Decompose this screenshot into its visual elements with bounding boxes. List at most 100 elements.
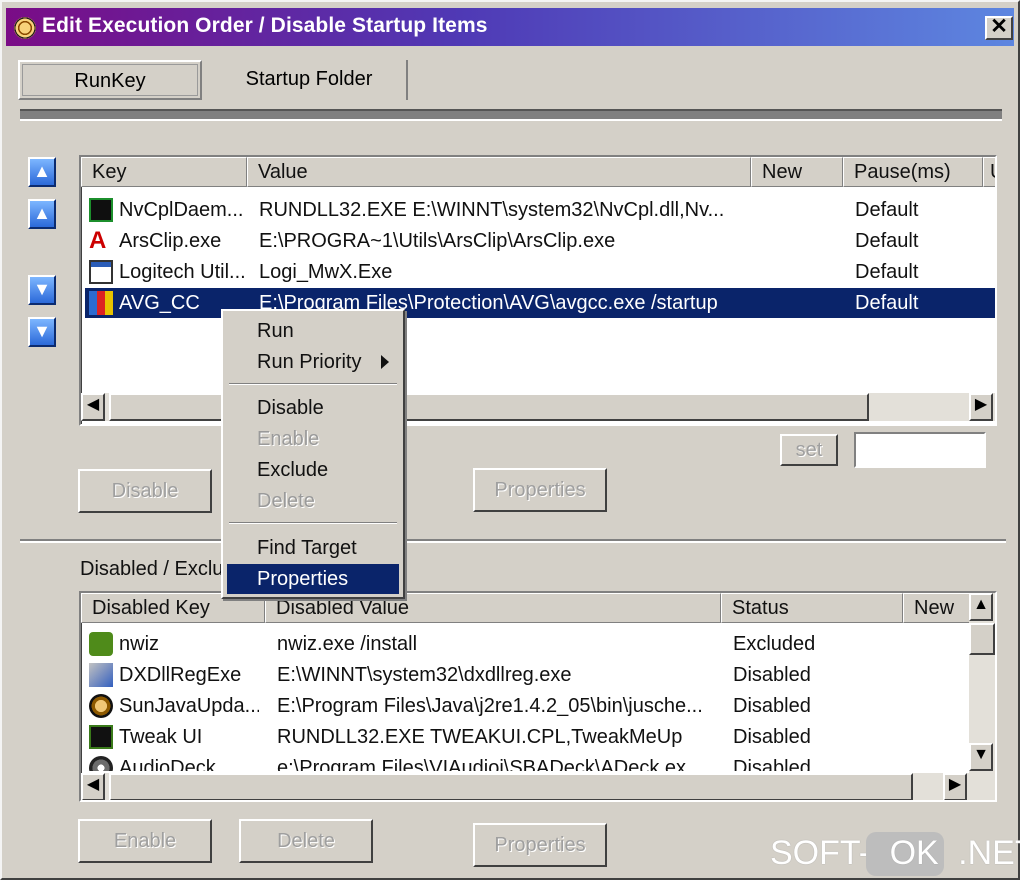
avg-icon	[89, 291, 113, 315]
tab-runkey[interactable]: RunKey	[18, 60, 202, 100]
row-status: Disabled	[733, 726, 811, 748]
tab-startup-folder[interactable]: Startup Folder	[212, 60, 408, 100]
column-u[interactable]: U	[983, 157, 995, 187]
menu-item-properties[interactable]: Properties	[227, 564, 399, 594]
row-value: e:\Program Files\VIAudioi\SBADeck\ADeck.…	[277, 757, 703, 771]
delete-button[interactable]: Delete	[239, 819, 373, 863]
window-title: Edit Execution Order / Disable Startup I…	[42, 14, 488, 37]
nwiz-icon	[89, 632, 113, 656]
move-bottom-button[interactable]: ▼	[28, 317, 56, 347]
row-key: AudioDeck	[119, 757, 216, 771]
list-item-nwiz[interactable]: nwiz nwiz.exe /install Excluded	[85, 629, 967, 659]
context-menu: Run Run Priority Disable Enable Exclude …	[221, 309, 405, 599]
menu-item-run[interactable]: Run	[227, 316, 399, 346]
section-divider	[20, 539, 1006, 543]
audio-icon	[89, 756, 113, 771]
move-up-button[interactable]: ▲	[28, 199, 56, 229]
menu-item-find-target[interactable]: Find Target	[227, 533, 399, 563]
tweak-icon	[89, 725, 113, 749]
scroll-left-arrow-bottom[interactable]: ◀	[81, 773, 105, 800]
row-status: Disabled	[733, 757, 811, 771]
row-key: nwiz	[119, 633, 160, 655]
scroll-thumb-bottom[interactable]	[109, 773, 913, 800]
list-item-tweakui[interactable]: Tweak UI RUNDLL32.EXE TWEAKUI.CPL,TweakM…	[85, 722, 967, 752]
row-key: ArsClip.exe	[119, 230, 222, 252]
move-down-button[interactable]: ▼	[28, 275, 56, 305]
java-icon	[89, 694, 113, 718]
list-item-java[interactable]: SunJavaUpda... E:\Program Files\Java\j2r…	[85, 691, 967, 721]
vertical-scrollbar[interactable]: ▲ ▼	[969, 593, 995, 773]
row-key: DXDllRegExe	[119, 664, 242, 686]
scroll-down-arrow[interactable]: ▼	[969, 743, 993, 771]
column-pause[interactable]: Pause(ms)	[843, 157, 983, 187]
move-top-button[interactable]: ▲	[28, 157, 56, 187]
scroll-right-arrow-bottom[interactable]: ▶	[943, 773, 967, 800]
row-status: Disabled	[733, 695, 811, 717]
column-new[interactable]: New	[751, 157, 843, 187]
set-button[interactable]: set	[780, 434, 838, 466]
main-window: Edit Execution Order / Disable Startup I…	[0, 0, 1020, 880]
disable-button[interactable]: Disable	[78, 469, 212, 513]
column-status[interactable]: Status	[721, 593, 903, 623]
enable-button[interactable]: Enable	[78, 819, 212, 863]
window-icon	[89, 260, 113, 284]
submenu-arrow-icon	[381, 355, 389, 369]
menu-item-run-priority[interactable]: Run Priority	[227, 347, 399, 377]
row-value: E:\WINNT\system32\dxdllreg.exe	[277, 664, 572, 686]
pause-input[interactable]	[854, 432, 986, 468]
row-value: Logi_MwX.Exe	[259, 261, 393, 283]
disabled-items-list[interactable]: Disabled Key Disabled Value Status New n…	[79, 591, 997, 802]
row-pause: Default	[855, 292, 919, 314]
scroll-right-arrow[interactable]: ▶	[969, 393, 993, 421]
column-key[interactable]: Key	[81, 157, 247, 187]
watermark-text-1: SOFT-	[770, 834, 871, 872]
disabled-section-label: Disabled / Exclu	[80, 558, 224, 580]
menu-item-exclude[interactable]: Exclude	[227, 455, 399, 485]
title-bar: Edit Execution Order / Disable Startup I…	[6, 8, 1014, 46]
list-item-audiodeck[interactable]: AudioDeck e:\Program Files\VIAudioi\SBAD…	[85, 753, 967, 771]
nvidia-icon	[89, 198, 113, 222]
row-value: RUNDLL32.EXE TWEAKUI.CPL,TweakMeUp	[277, 726, 683, 748]
row-pause: Default	[855, 199, 919, 221]
menu-item-enable: Enable	[257, 428, 320, 450]
row-value: E:\PROGRA~1\Utils\ArsClip\ArsClip.exe	[259, 230, 616, 252]
row-value: E:\Program Files\Java\j2re1.4.2_05\bin\j…	[277, 695, 703, 717]
properties-bottom-button[interactable]: Properties	[473, 823, 607, 867]
horizontal-scrollbar-bottom[interactable]: ◀ ▶	[81, 773, 995, 800]
menu-item-delete: Delete	[257, 490, 315, 512]
menu-item-disable[interactable]: Disable	[227, 393, 399, 423]
menu-separator	[229, 383, 397, 385]
vertical-scroll-thumb[interactable]	[969, 623, 995, 655]
close-button[interactable]: ✕	[985, 16, 1013, 40]
scroll-up-arrow[interactable]: ▲	[969, 593, 993, 621]
app-icon	[14, 17, 36, 39]
dx-icon	[89, 663, 113, 687]
horizontal-scrollbar[interactable]: ◀ ▶	[81, 393, 995, 421]
row-status: Disabled	[733, 664, 811, 686]
list-item-logitech[interactable]: Logitech Util... Logi_MwX.Exe Default	[85, 257, 995, 287]
menu-separator	[229, 522, 397, 524]
column-new[interactable]: New	[903, 593, 971, 623]
menu-item-run-priority-label: Run Priority	[257, 351, 362, 373]
row-key: Logitech Util...	[119, 261, 246, 283]
row-key: NvCplDaem...	[119, 199, 244, 221]
watermark: SOFT- OK .NET	[770, 832, 1020, 876]
row-status: Excluded	[733, 633, 816, 655]
row-key: Tweak UI	[119, 726, 203, 748]
progress-bar	[20, 109, 1002, 121]
startup-items-list[interactable]: Key Value New Pause(ms) U NvCplDaem... R…	[79, 155, 997, 426]
scroll-left-arrow[interactable]: ◀	[81, 393, 105, 421]
column-value[interactable]: Value	[247, 157, 751, 187]
properties-button[interactable]: Properties	[473, 468, 607, 512]
arsclip-icon: A	[89, 227, 107, 254]
watermark-text-3: .NET	[958, 834, 1020, 872]
list-item-nvcpl[interactable]: NvCplDaem... RUNDLL32.EXE E:\WINNT\syste…	[85, 195, 995, 225]
list-item-arsclip[interactable]: A ArsClip.exe E:\PROGRA~1\Utils\ArsClip\…	[85, 226, 995, 256]
row-key: SunJavaUpda...	[119, 695, 259, 717]
row-pause: Default	[855, 261, 919, 283]
row-pause: Default	[855, 230, 919, 252]
watermark-text-2: OK	[889, 834, 939, 872]
row-value: RUNDLL32.EXE E:\WINNT\system32\NvCpl.dll…	[259, 199, 725, 221]
list-item-dxdllreg[interactable]: DXDllRegExe E:\WINNT\system32\dxdllreg.e…	[85, 660, 967, 690]
row-value: nwiz.exe /install	[277, 633, 418, 655]
